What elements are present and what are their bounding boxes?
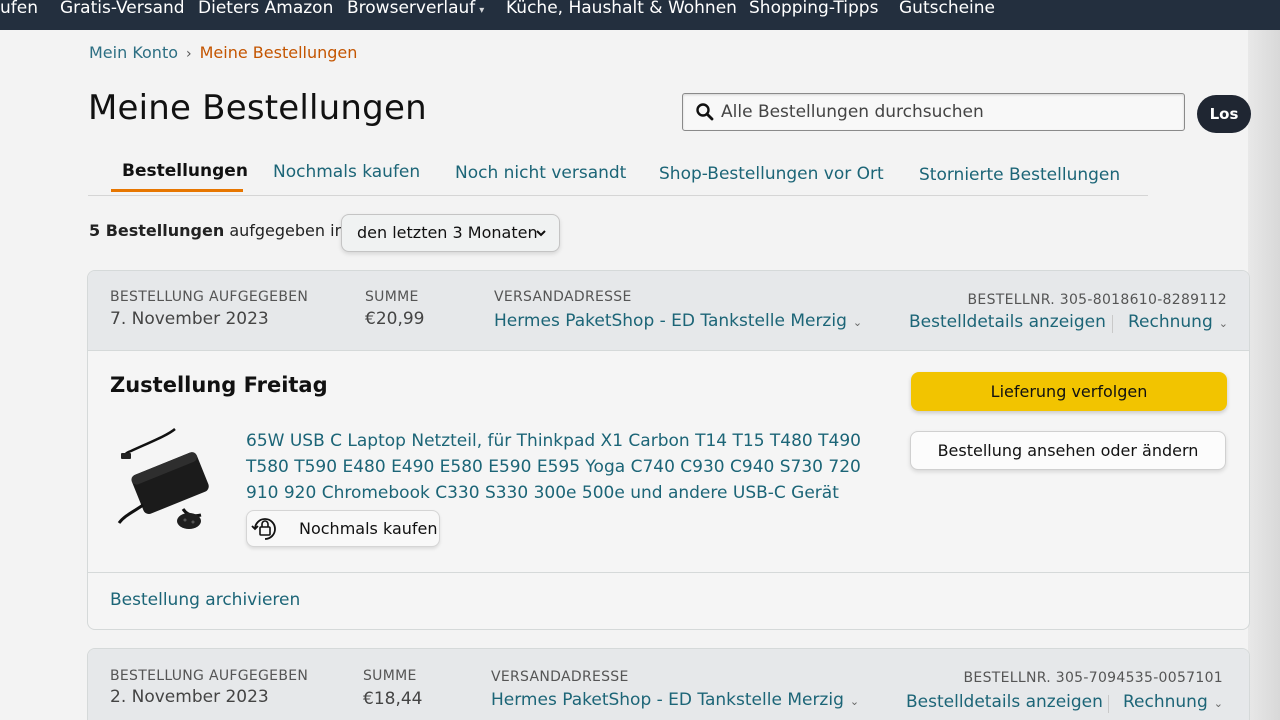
order-card: BESTELLUNG AUFGEGEBEN 7. November 2023 S… <box>87 270 1250 630</box>
nav-item-dieters-amazon[interactable]: Dieters Amazon <box>198 0 333 17</box>
order-details-link[interactable]: Bestelldetails anzeigen <box>906 692 1103 712</box>
breadcrumb-separator: › <box>186 46 192 62</box>
top-navbar: ufen Gratis-Versand Dieters Amazon Brows… <box>0 0 1280 30</box>
order-total: €20,99 <box>365 309 425 329</box>
nav-item-coupons[interactable]: Gutscheine <box>899 0 995 17</box>
search-icon <box>696 103 714 121</box>
order-placed-date: 7. November 2023 <box>110 309 269 329</box>
buy-again-button[interactable]: Nochmals kaufen <box>246 510 440 547</box>
order-count-number: 5 Bestellungen <box>89 221 225 240</box>
view-or-edit-order-button[interactable]: Bestellung ansehen oder ändern <box>910 431 1226 470</box>
order-count: 5 Bestellungen aufgegeben in <box>89 221 345 240</box>
page-title: Meine Bestellungen <box>88 88 427 128</box>
header-divider <box>1112 315 1113 333</box>
nav-item-free-shipping[interactable]: Gratis-Versand <box>60 0 185 17</box>
order-placed-label: BESTELLUNG AUFGEGEBEN <box>110 668 309 684</box>
delivery-status: Zustellung Freitag <box>110 373 328 397</box>
tab-orders[interactable]: Bestellungen <box>122 161 248 181</box>
time-range-value: den letzten 3 Monaten <box>357 223 538 242</box>
order-number: BESTELLNR. 305-8018610-8289112 <box>967 292 1227 308</box>
order-tabs: Bestellungen Nochmals kaufen Noch nicht … <box>88 160 1148 196</box>
order-total-label: SUMME <box>365 289 419 305</box>
shipping-address-link[interactable]: Hermes PaketShop - ED Tankstelle Merzig ⌄ <box>491 690 859 710</box>
shipping-address-label: VERSANDADRESSE <box>494 289 632 305</box>
search-input[interactable] <box>721 94 1171 130</box>
order-placed-date: 2. November 2023 <box>110 687 269 707</box>
invoice-link[interactable]: Rechnung ⌄ <box>1123 692 1223 712</box>
nav-item-kitchen[interactable]: Küche, Haushalt & Wohnen <box>506 0 737 17</box>
order-number: BESTELLNR. 305-7094535-0057101 <box>963 670 1223 686</box>
product-title-link[interactable]: 65W USB C Laptop Netzteil, für Thinkpad … <box>246 428 886 506</box>
order-card: BESTELLUNG AUFGEGEBEN 2. November 2023 S… <box>87 648 1250 720</box>
order-search-box <box>682 93 1185 131</box>
tab-not-shipped[interactable]: Noch nicht versandt <box>455 163 626 183</box>
shipping-address-link[interactable]: Hermes PaketShop - ED Tankstelle Merzig ⌄ <box>494 311 862 331</box>
order-placed-label: BESTELLUNG AUFGEGEBEN <box>110 289 309 305</box>
tab-buy-again[interactable]: Nochmals kaufen <box>273 162 420 182</box>
invoice-link[interactable]: Rechnung ⌄ <box>1128 312 1228 332</box>
chevron-down-icon <box>536 230 546 237</box>
order-total: €18,44 <box>363 689 423 709</box>
order-total-label: SUMME <box>363 668 417 684</box>
breadcrumb-current: Meine Bestellungen <box>199 43 358 62</box>
screen-edge <box>1248 30 1280 720</box>
order-header: BESTELLUNG AUFGEGEBEN 2. November 2023 S… <box>88 649 1249 720</box>
laptop-charger-image[interactable] <box>113 423 213 533</box>
order-header: BESTELLUNG AUFGEGEBEN 7. November 2023 S… <box>88 271 1249 351</box>
shipping-address-value: Hermes PaketShop - ED Tankstelle Merzig <box>491 690 844 710</box>
active-tab-indicator <box>111 189 243 192</box>
nav-item-browsing-history[interactable]: Browserverlauf ▾ <box>347 0 484 19</box>
breadcrumb: Mein Konto › Meine Bestellungen <box>89 43 357 62</box>
buy-again-icon <box>251 518 276 540</box>
tab-cancelled-orders[interactable]: Stornierte Bestellungen <box>919 165 1120 185</box>
chevron-down-icon: ⌄ <box>1218 317 1228 330</box>
nav-item-browsing-history-label: Browserverlauf <box>347 0 476 18</box>
nav-item-partial[interactable]: ufen <box>0 0 38 17</box>
breadcrumb-account-link[interactable]: Mein Konto <box>89 43 178 62</box>
shipping-address-label: VERSANDADRESSE <box>491 669 629 685</box>
order-count-suffix: aufgegeben in <box>229 221 345 240</box>
search-submit-button[interactable]: Los <box>1197 95 1251 133</box>
tab-local-store-orders[interactable]: Shop-Bestellungen vor Ort <box>659 164 884 184</box>
chevron-down-icon: ⌄ <box>1213 697 1223 710</box>
shipping-address-value: Hermes PaketShop - ED Tankstelle Merzig <box>494 311 847 331</box>
chevron-down-icon: ⌄ <box>852 316 863 329</box>
invoice-label: Rechnung <box>1128 312 1213 332</box>
track-package-button[interactable]: Lieferung verfolgen <box>911 372 1227 411</box>
caret-down-icon: ▾ <box>479 5 485 16</box>
chevron-down-icon: ⌄ <box>849 695 860 708</box>
order-details-link[interactable]: Bestelldetails anzeigen <box>909 312 1106 332</box>
archive-order-link[interactable]: Bestellung archivieren <box>110 590 300 610</box>
order-footer: Bestellung archivieren <box>88 572 1249 629</box>
nav-item-shopping-tips[interactable]: Shopping-Tipps <box>749 0 878 17</box>
invoice-label: Rechnung <box>1123 692 1208 712</box>
header-divider <box>1108 695 1109 713</box>
time-range-dropdown[interactable]: den letzten 3 Monaten <box>341 214 560 252</box>
buy-again-label: Nochmals kaufen <box>299 519 438 538</box>
